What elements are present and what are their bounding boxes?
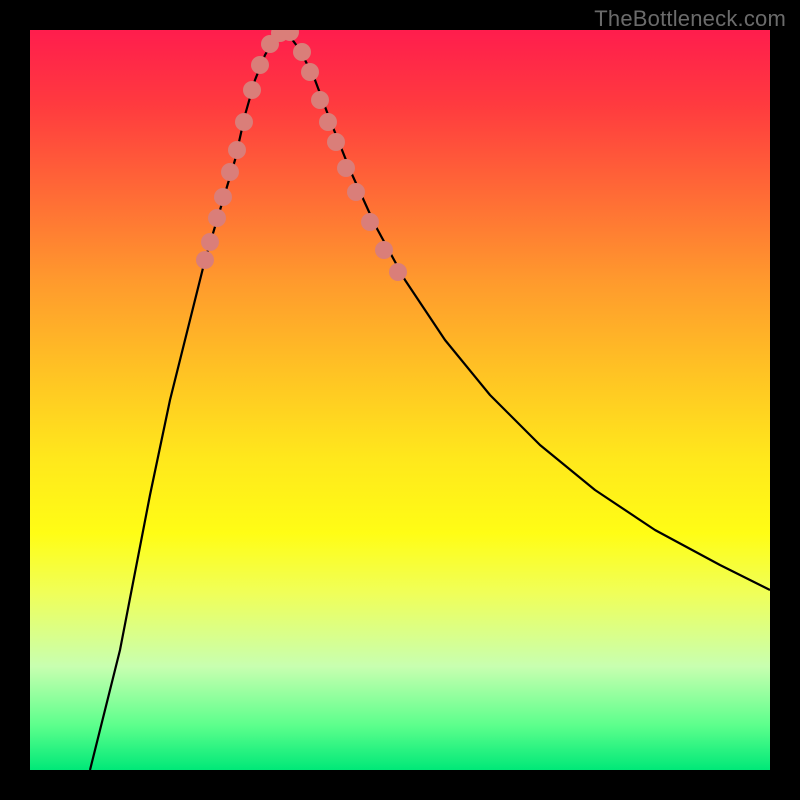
marker-dot [228, 141, 246, 159]
marker-dot [221, 163, 239, 181]
marker-dot [214, 188, 232, 206]
marker-dots [196, 30, 407, 281]
marker-dot [347, 183, 365, 201]
marker-dot [208, 209, 226, 227]
series-right-curve [285, 30, 770, 590]
curve-layer [30, 30, 770, 770]
marker-dot [311, 91, 329, 109]
marker-dot [361, 213, 379, 231]
marker-dot [235, 113, 253, 131]
marker-dot [337, 159, 355, 177]
chart-frame: TheBottleneck.com [0, 0, 800, 800]
watermark-text: TheBottleneck.com [594, 6, 786, 32]
marker-dot [301, 63, 319, 81]
series-left-curve [90, 30, 285, 770]
curve-lines [90, 30, 770, 770]
marker-dot [243, 81, 261, 99]
plot-area [30, 30, 770, 770]
marker-dot [251, 56, 269, 74]
marker-dot [389, 263, 407, 281]
marker-dot [375, 241, 393, 259]
marker-dot [327, 133, 345, 151]
marker-dot [293, 43, 311, 61]
marker-dot [319, 113, 337, 131]
marker-dot [201, 233, 219, 251]
marker-dot [196, 251, 214, 269]
